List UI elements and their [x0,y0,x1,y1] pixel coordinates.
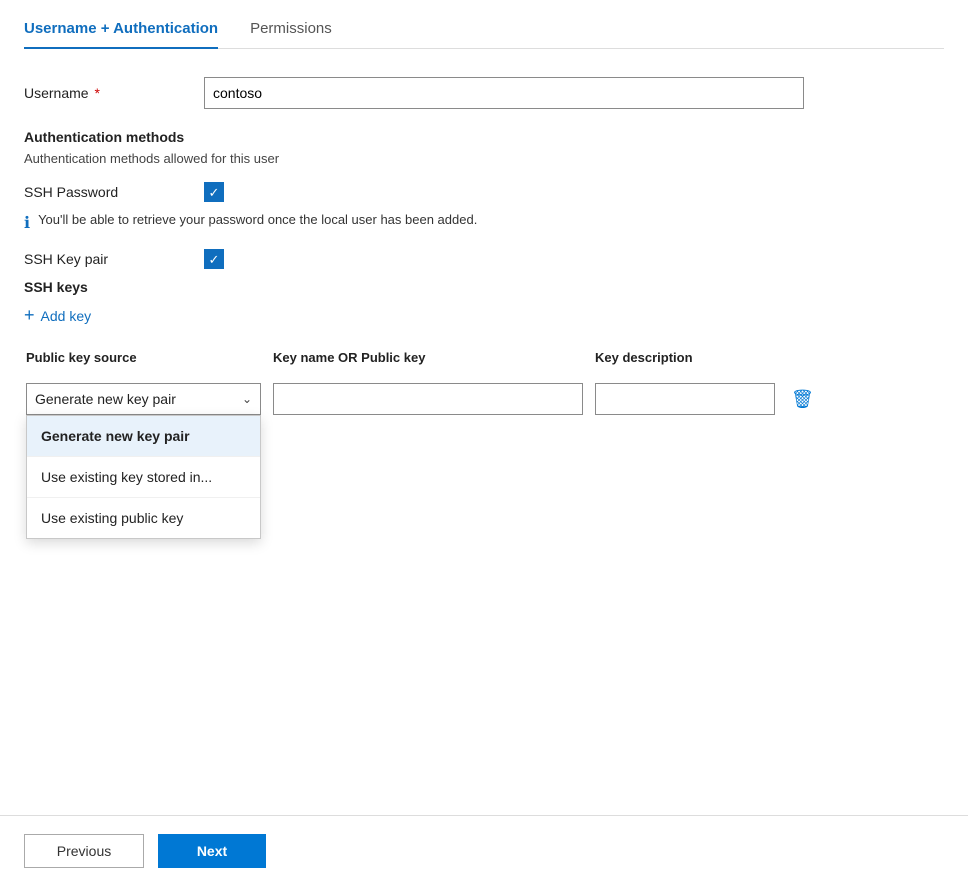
ssh-password-row: SSH Password ✓ [24,182,944,202]
username-row: Username * [24,77,944,109]
description-input[interactable] [595,383,775,415]
table-headers: Public key source Key name OR Public key… [24,350,944,365]
chevron-down-icon: ⌄ [242,392,252,406]
dropdown-selected-value: Generate new key pair [35,391,176,407]
dropdown-menu: Generate new key pair Use existing key s… [26,415,261,539]
dropdown-option-generate[interactable]: Generate new key pair [27,416,260,457]
required-indicator: * [91,85,100,101]
ssh-keypair-checkbox[interactable]: ✓ [204,249,224,269]
info-text: You'll be able to retrieve your password… [38,212,477,227]
username-label: Username * [24,85,204,101]
delete-row-button[interactable]: 🗑 [787,385,818,414]
col-header-keyname: Key name OR Public key [273,350,583,365]
plus-icon: + [24,305,35,326]
add-key-button[interactable]: + Add key [24,301,91,330]
username-input[interactable] [204,77,804,109]
ssh-keypair-checkmark: ✓ [209,253,220,266]
tab-permissions[interactable]: Permissions [250,20,332,49]
tab-username-auth[interactable]: Username + Authentication [24,20,218,49]
col-header-source: Public key source [26,350,261,365]
bottom-bar: Previous Next [0,815,968,886]
table-row: Generate new key pair ⌄ Generate new key… [24,375,944,423]
public-key-source-dropdown-wrapper: Generate new key pair ⌄ Generate new key… [26,383,261,415]
dropdown-option-existing-stored[interactable]: Use existing key stored in... [27,457,260,498]
ssh-keypair-row: SSH Key pair ✓ [24,249,944,269]
delete-icon: 🗑 [791,389,814,410]
tab-bar: Username + Authentication Permissions [24,20,944,49]
auth-methods-heading: Authentication methods [24,129,944,145]
ssh-password-checkbox[interactable]: ✓ [204,182,224,202]
public-key-source-dropdown[interactable]: Generate new key pair ⌄ [26,383,261,415]
dropdown-option-existing-public[interactable]: Use existing public key [27,498,260,538]
previous-button[interactable]: Previous [24,834,144,868]
info-row: ℹ You'll be able to retrieve your passwo… [24,212,944,233]
ssh-password-checkmark: ✓ [209,186,220,199]
add-key-label: Add key [41,308,92,324]
next-button[interactable]: Next [158,834,266,868]
col-header-description: Key description [595,350,942,365]
info-icon: ℹ [24,213,30,233]
keyname-input[interactable] [273,383,583,415]
ssh-keys-section: SSH keys + Add key Public key source Key… [24,279,944,423]
ssh-keys-heading: SSH keys [24,279,944,295]
ssh-password-label: SSH Password [24,184,204,200]
ssh-keypair-label: SSH Key pair [24,251,204,267]
auth-methods-subtext: Authentication methods allowed for this … [24,151,944,166]
